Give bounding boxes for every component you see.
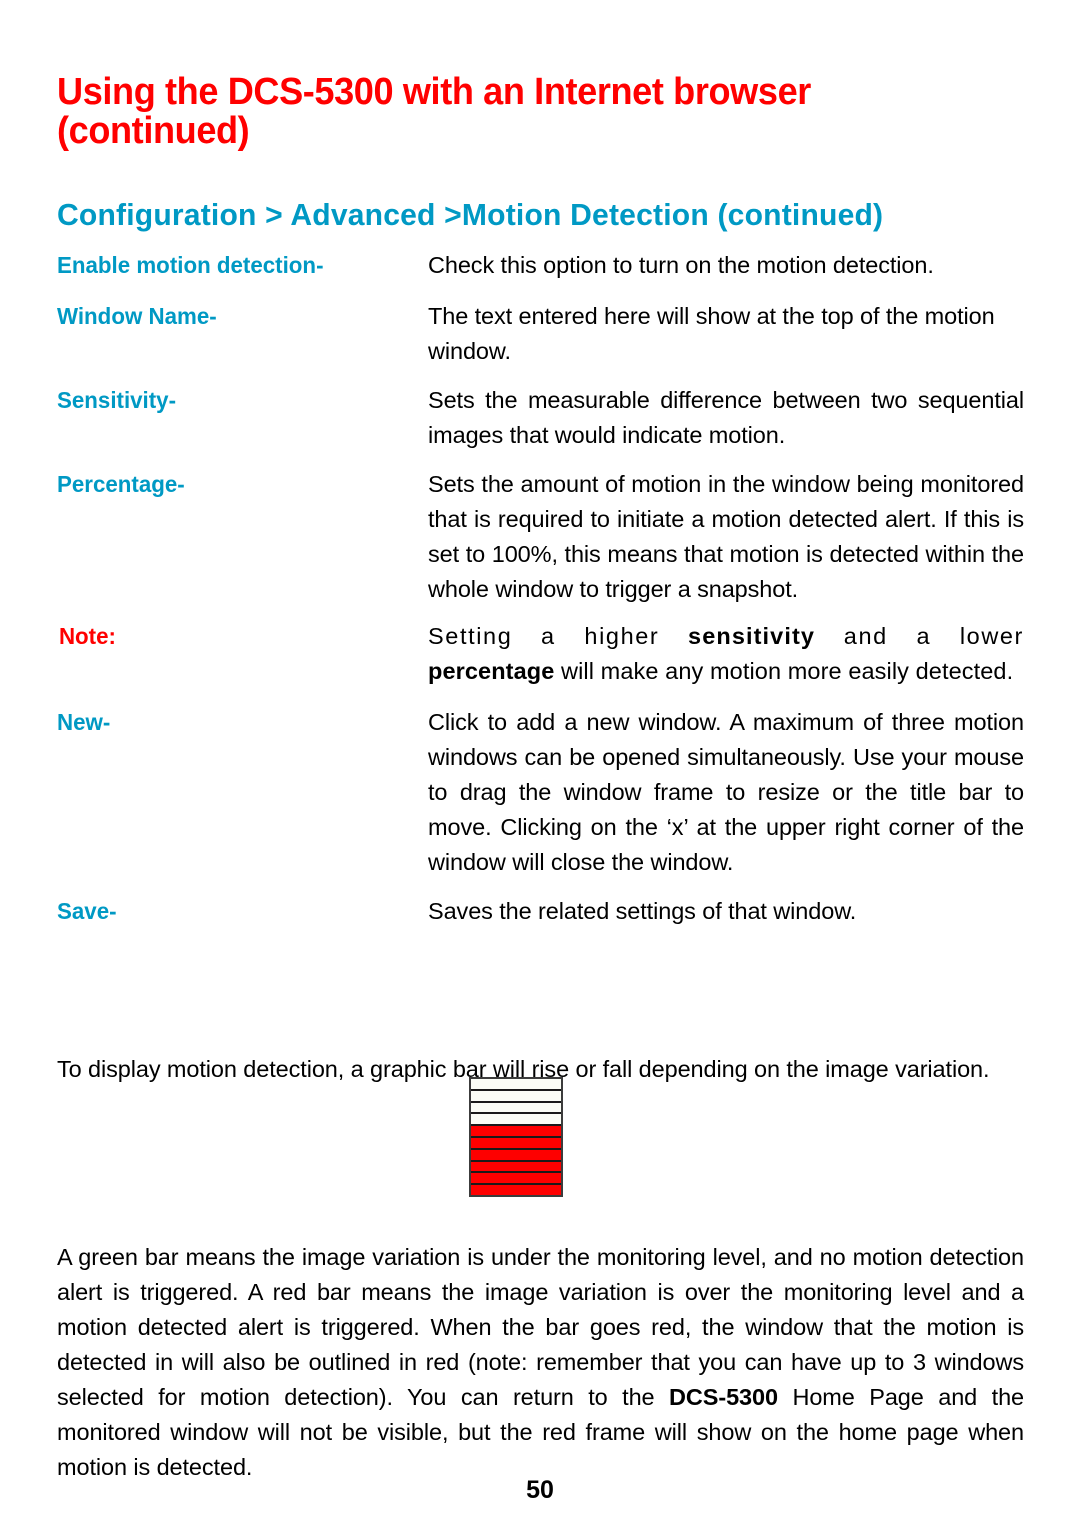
definition-term: Enable motion detection-: [57, 248, 417, 282]
definition-term-label: Save: [57, 898, 110, 924]
note-bold-sensitivity: sensitivity: [688, 623, 816, 649]
definition-term-dash: -: [168, 387, 177, 413]
definition-term-label: Sensitivity: [57, 387, 169, 413]
bar-segment-filled: [471, 1137, 561, 1150]
bar-segment-empty: [471, 1114, 561, 1127]
definition-term-label: Percentage: [57, 471, 178, 497]
definition-description: Check this option to turn on the motion …: [428, 252, 934, 278]
definition-description: Click to add a new window. A maximum of …: [428, 709, 1024, 875]
bar-segment-filled: [471, 1185, 561, 1195]
definition-term-dash: -: [102, 709, 111, 735]
definition-term: Save-: [57, 894, 417, 928]
motion-level-bar: [469, 1077, 563, 1197]
definition-list: Enable motion detection- Check this opti…: [57, 248, 1024, 929]
bar-segment-filled: [471, 1161, 561, 1174]
bar-segment-filled: [471, 1173, 561, 1186]
definition-row: Save- Saves the related settings of that…: [57, 894, 1024, 929]
page-number: 50: [526, 1476, 554, 1504]
note-text-part3: will make any motion more easily detecte…: [554, 658, 1014, 684]
definition-term-dash: -: [209, 303, 217, 329]
definition-row: Enable motion detection- Check this opti…: [57, 248, 1024, 283]
note-bold-percentage: percentage: [428, 658, 555, 684]
definition-term-label: Window Name: [57, 303, 210, 329]
definition-term-label: New: [57, 709, 103, 735]
final-paragraph-model-name: DCS-5300: [669, 1383, 778, 1410]
definition-term: Window Name-: [57, 299, 417, 333]
section-title: Configuration > Advanced >Motion Detecti…: [57, 196, 884, 232]
note-term: Note:: [57, 619, 417, 653]
document-page: Using the DCS-5300 with an Internet brow…: [0, 0, 1080, 1529]
definition-term-dash: -: [177, 471, 185, 497]
bar-segment-empty: [471, 1079, 561, 1091]
definition-row: New- Click to add a new window. A maximu…: [57, 705, 1024, 880]
note-description: Setting a higher sensitivity and a lower…: [428, 619, 1024, 689]
definition-description: Sets the amount of motion in the window …: [428, 471, 1024, 602]
definition-term-dash: -: [316, 252, 324, 278]
bar-segment-empty: [471, 1090, 561, 1103]
bar-segment-empty: [471, 1102, 561, 1115]
note-text-part1: Setting a higher: [428, 623, 689, 649]
definition-term: New-: [57, 705, 417, 739]
page-title: Using the DCS-5300 with an Internet brow…: [57, 71, 811, 153]
definition-row: Percentage- Sets the amount of motion in…: [57, 467, 1024, 607]
definition-description: Sets the measurable difference between t…: [428, 387, 1024, 448]
definition-term-label: Enable motion detection: [57, 252, 317, 278]
definition-term: Percentage-: [57, 467, 417, 501]
definition-row: Window Name- The text entered here will …: [57, 299, 1024, 369]
definition-term-dash: -: [109, 898, 117, 924]
bar-segment-filled: [471, 1149, 561, 1162]
note-text-part2: and a lower: [815, 623, 1024, 649]
note-term-label: Note:: [58, 623, 116, 649]
final-paragraph: A green bar means the image variation is…: [57, 1240, 1024, 1485]
definition-row-note: Note: Setting a higher sensitivity and a…: [57, 619, 1024, 689]
definition-row: Sensitivity- Sets the measurable differe…: [57, 383, 1024, 453]
definition-description: The text entered here will show at the t…: [428, 303, 995, 364]
bar-segment-filled: [471, 1126, 561, 1138]
definition-description: Saves the related settings of that windo…: [428, 898, 857, 924]
definition-term: Sensitivity-: [57, 383, 417, 417]
motion-level-bar-graphic: [469, 1077, 563, 1197]
